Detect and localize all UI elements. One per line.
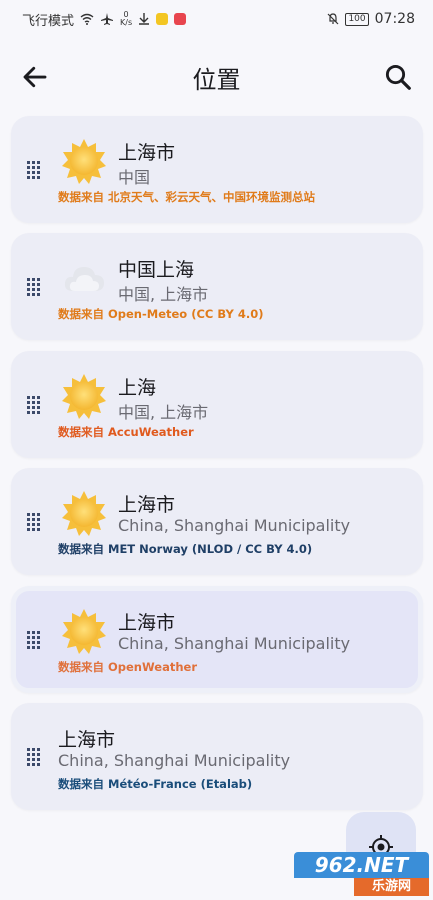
location-card[interactable]: 上海市 China, Shanghai Municipality 数据来自 ME… bbox=[11, 468, 423, 575]
bell-off-icon bbox=[328, 13, 339, 25]
drag-handle-icon[interactable] bbox=[27, 278, 41, 296]
data-source: 数据来自 MET Norway (NLOD / CC BY 4.0) bbox=[58, 542, 313, 556]
location-name: 上海市 bbox=[118, 612, 176, 634]
data-source: 数据来自 OpenWeather bbox=[58, 660, 197, 674]
location-name: 中国上海 bbox=[118, 259, 195, 281]
location-card-selected[interactable]: 上海市 China, Shanghai Municipality 数据来自 Op… bbox=[11, 586, 423, 693]
drag-handle-icon[interactable] bbox=[27, 631, 41, 649]
clock: 07:28 bbox=[374, 11, 415, 27]
location-card[interactable]: 上海市 China, Shanghai Municipality 数据来自 Mé… bbox=[11, 703, 423, 810]
cloud-icon bbox=[61, 255, 107, 301]
search-icon bbox=[385, 64, 411, 90]
network-speed: 0 K/s bbox=[120, 10, 133, 27]
data-source: 数据来自 AccuWeather bbox=[58, 425, 194, 439]
location-region: 中国, 上海市 bbox=[118, 285, 209, 304]
location-card[interactable]: 上海 中国, 上海市 数据来自 AccuWeather bbox=[11, 351, 423, 458]
location-name: 上海市 bbox=[118, 142, 176, 164]
drag-handle-icon[interactable] bbox=[27, 161, 41, 179]
location-region: 中国, 上海市 bbox=[118, 403, 209, 422]
data-source: 数据来自 Open-Meteo (CC BY 4.0) bbox=[58, 307, 264, 321]
airplane-icon bbox=[101, 13, 114, 25]
sun-icon bbox=[61, 608, 107, 654]
location-region: China, Shanghai Municipality bbox=[58, 751, 291, 770]
location-region: China, Shanghai Municipality bbox=[118, 634, 351, 653]
sun-icon bbox=[61, 373, 107, 419]
location-card[interactable]: 上海市 中国 数据来自 北京天气、彩云天气、中国环境监测总站 bbox=[11, 116, 423, 223]
sun-icon bbox=[61, 490, 107, 536]
download-icon bbox=[139, 13, 150, 25]
airplane-mode-label: 飞行模式 bbox=[22, 13, 75, 29]
app-bar: 位置 bbox=[0, 50, 433, 106]
data-source: 数据来自 北京天气、彩云天气、中国环境监测总站 bbox=[58, 190, 316, 204]
page-title: 位置 bbox=[192, 66, 241, 94]
watermark-sub: 乐游网 bbox=[354, 878, 429, 896]
location-name: 上海市 bbox=[58, 729, 116, 751]
location-region: China, Shanghai Municipality bbox=[118, 516, 351, 535]
battery-indicator: 100 bbox=[345, 12, 369, 26]
data-source: 数据来自 Météo-France (Etalab) bbox=[58, 777, 253, 791]
location-region: 中国 bbox=[118, 168, 151, 187]
watermark-logo: 962.NET 乐游网 bbox=[294, 852, 429, 898]
drag-handle-icon[interactable] bbox=[27, 513, 41, 531]
notes-app-icon bbox=[156, 13, 169, 25]
location-name: 上海市 bbox=[118, 494, 176, 516]
location-name: 上海 bbox=[118, 377, 157, 399]
drag-handle-icon[interactable] bbox=[27, 748, 41, 766]
sun-icon bbox=[61, 138, 107, 184]
search-button[interactable] bbox=[383, 62, 413, 92]
location-card[interactable]: 中国上海 中国, 上海市 数据来自 Open-Meteo (CC BY 4.0) bbox=[11, 233, 423, 340]
status-bar: 飞行模式 0 K/s 100 07:28 bbox=[0, 0, 433, 38]
watermark-brand: 962.NET bbox=[294, 852, 429, 878]
drag-handle-icon[interactable] bbox=[27, 396, 41, 414]
wifi-icon bbox=[80, 13, 94, 25]
app-notification-icon bbox=[174, 13, 187, 25]
